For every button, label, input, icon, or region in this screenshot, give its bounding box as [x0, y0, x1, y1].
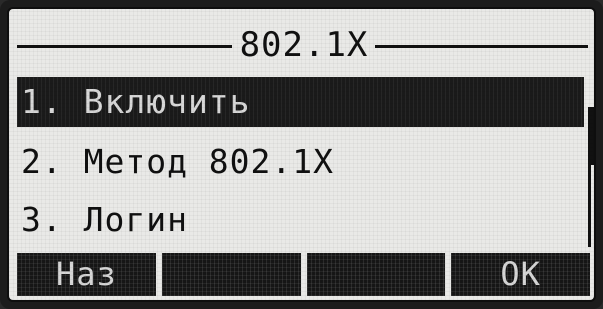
menu-item-method[interactable]: 2. Метод 802.1X — [17, 137, 584, 187]
softkey-blank-2[interactable] — [161, 253, 301, 296]
menu-item-enable[interactable]: 1. Включить — [17, 77, 584, 127]
menu-list: 1. Включить 2. Метод 802.1X 3. Логин — [17, 77, 584, 245]
title-bar: 802.1X — [9, 9, 594, 67]
screen-title: 802.1X — [239, 25, 369, 65]
title-divider-left — [17, 45, 232, 48]
softkey-back[interactable]: Наз — [17, 253, 156, 296]
softkey-bar: Наз OK — [17, 253, 590, 296]
menu-item-login[interactable]: 3. Логин — [17, 195, 584, 245]
scrollbar-thumb[interactable] — [591, 107, 594, 165]
scrollbar[interactable] — [588, 107, 594, 247]
title-divider-right — [375, 45, 588, 48]
lcd-screen: 802.1X 1. Включить 2. Метод 802.1X 3. Ло… — [7, 7, 596, 302]
phone-bezel: 802.1X 1. Включить 2. Метод 802.1X 3. Ло… — [0, 0, 603, 309]
softkey-ok[interactable]: OK — [451, 253, 590, 296]
softkey-blank-3[interactable] — [306, 253, 446, 296]
